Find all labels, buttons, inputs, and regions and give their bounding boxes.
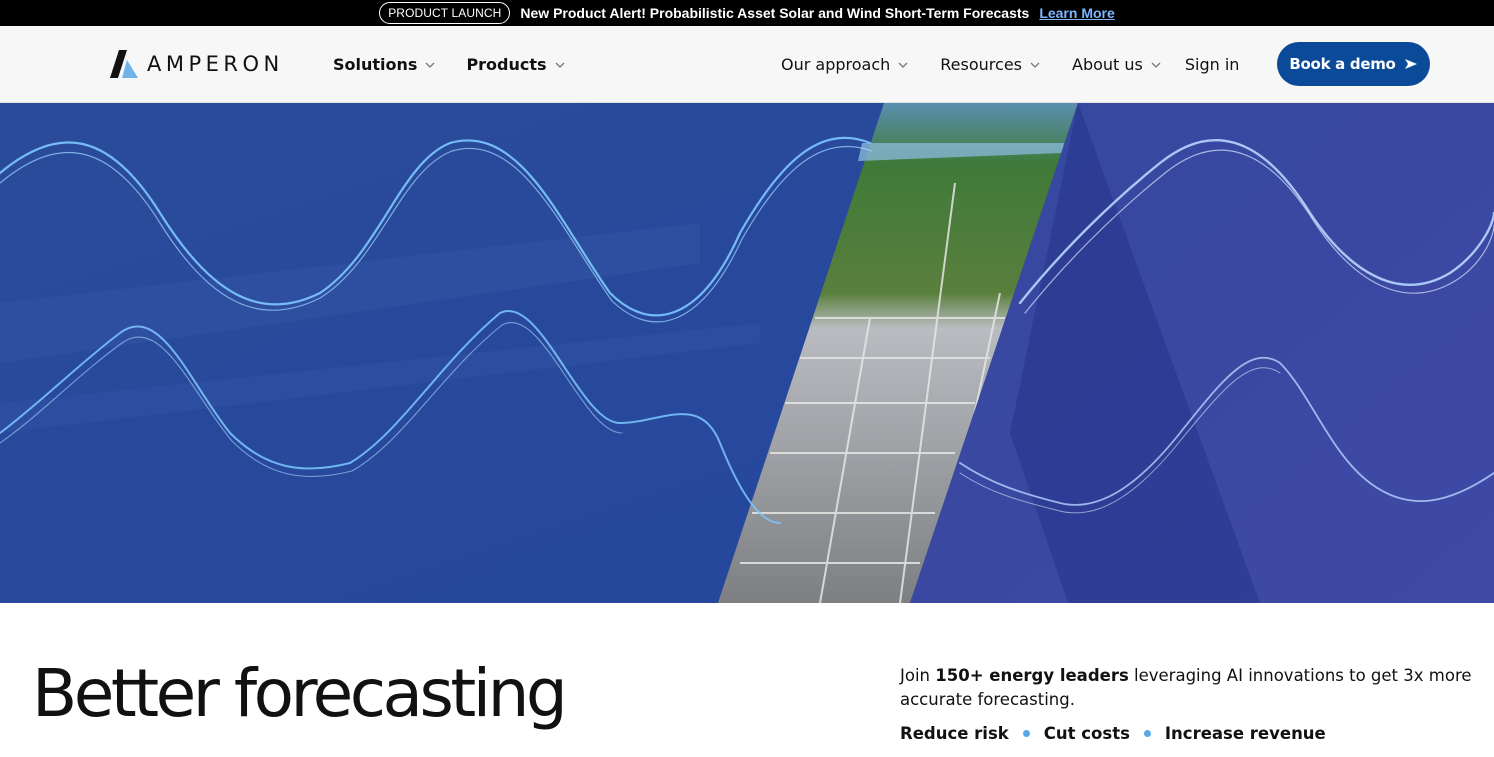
hero-wave-banner-icon [0,103,1494,603]
nav-products[interactable]: Products [466,55,565,74]
announcement-message: New Product Alert! Probabilistic Asset S… [520,5,1030,21]
arrow-right-icon [1404,59,1417,69]
bullet-dot-icon [1022,730,1030,737]
brand-name: AMPERON [147,52,284,76]
nav-about-us[interactable]: About us [1072,55,1161,74]
amperon-logo-icon [110,50,138,78]
benefit-cut-costs: Cut costs [1043,724,1130,743]
benefits-list: Reduce risk Cut costs Increase revenue [900,724,1326,743]
chevron-down-icon [898,62,908,68]
nav-products-label: Products [466,55,547,74]
intro-highlight: 150+ energy leaders [935,666,1129,685]
chevron-down-icon [1151,62,1161,68]
learn-more-link[interactable]: Learn More [1039,5,1114,21]
amperon-logo[interactable]: AMPERON [110,50,284,78]
nav-resources-label: Resources [940,55,1022,74]
intro-prefix: Join [900,666,936,685]
nav-about-us-label: About us [1072,55,1143,74]
nav-our-approach-label: Our approach [781,55,891,74]
benefit-reduce-risk: Reduce risk [900,724,1009,743]
nav-solutions-label: Solutions [333,55,418,74]
secondary-nav: Our approach Resources About us Sign in [781,26,1239,103]
primary-nav: Solutions Products [333,26,596,103]
nav-our-approach[interactable]: Our approach [781,55,908,74]
chevron-down-icon [555,62,565,68]
intro-text: Join 150+ energy leaders leveraging AI i… [900,664,1494,712]
benefit-increase-revenue: Increase revenue [1164,724,1326,743]
announcement-bar: PRODUCT LAUNCH New Product Alert! Probab… [0,0,1494,26]
site-header: AMPERON Solutions Products Our approach … [0,26,1494,103]
product-launch-badge: PRODUCT LAUNCH [379,2,511,24]
book-demo-label: Book a demo [1289,55,1396,73]
book-demo-button[interactable]: Book a demo [1277,42,1430,86]
bullet-dot-icon [1143,730,1151,737]
chevron-down-icon [425,62,435,68]
hero-banner [0,103,1494,603]
page-headline: Better forecasting [32,655,568,732]
chevron-down-icon [1030,62,1040,68]
nav-resources[interactable]: Resources [940,55,1040,74]
sign-in-link[interactable]: Sign in [1185,55,1240,74]
nav-solutions[interactable]: Solutions [333,55,435,74]
